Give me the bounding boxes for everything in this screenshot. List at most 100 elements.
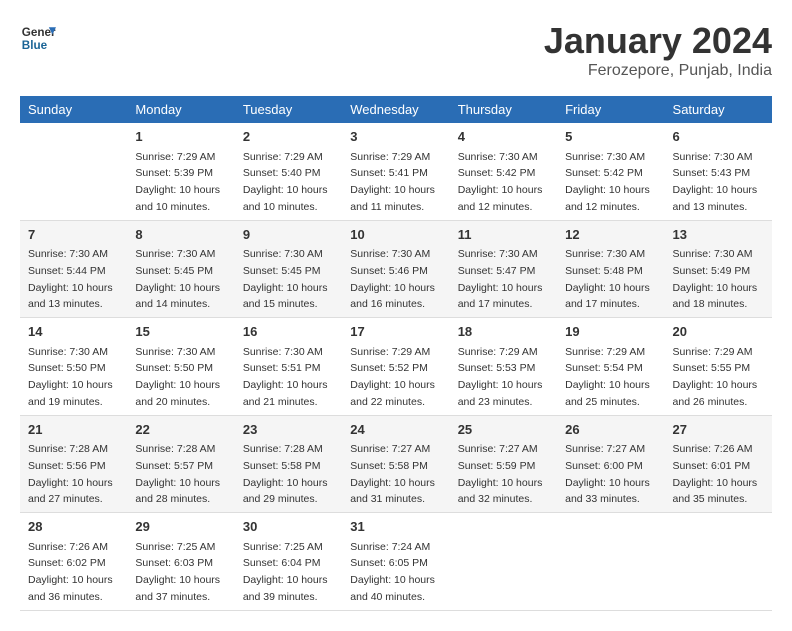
logo-icon: General Blue <box>20 20 56 56</box>
daylight-info: Daylight: 10 hours and 33 minutes. <box>565 477 650 506</box>
calendar-cell <box>450 513 557 611</box>
day-number: 18 <box>458 322 549 342</box>
weekday-header-friday: Friday <box>557 96 664 123</box>
sunset-info: Sunset: 6:01 PM <box>673 460 751 472</box>
sunrise-info: Sunrise: 7:28 AM <box>28 443 108 455</box>
sunrise-info: Sunrise: 7:26 AM <box>28 541 108 553</box>
daylight-info: Daylight: 10 hours and 29 minutes. <box>243 477 328 506</box>
calendar-cell: 9Sunrise: 7:30 AMSunset: 5:45 PMDaylight… <box>235 220 342 318</box>
daylight-info: Daylight: 10 hours and 13 minutes. <box>673 184 758 213</box>
daylight-info: Daylight: 10 hours and 18 minutes. <box>673 282 758 311</box>
daylight-info: Daylight: 10 hours and 19 minutes. <box>28 379 113 408</box>
calendar-cell: 17Sunrise: 7:29 AMSunset: 5:52 PMDayligh… <box>342 318 449 416</box>
calendar-cell: 5Sunrise: 7:30 AMSunset: 5:42 PMDaylight… <box>557 123 664 220</box>
day-number: 10 <box>350 225 441 245</box>
calendar-cell: 14 Sunrise: 7:30 AM Sunset: 5:50 PM Dayligh… <box>20 318 127 416</box>
sunset-info: Sunset: 5:54 PM <box>565 362 643 374</box>
calendar-cell: 1Sunrise: 7:29 AMSunset: 5:39 PMDaylight… <box>127 123 234 220</box>
sunset-info: Sunset: 5:48 PM <box>565 265 643 277</box>
daylight-info: Daylight: 10 hours and 31 minutes. <box>350 477 435 506</box>
sunset-info: Sunset: 6:05 PM <box>350 557 428 569</box>
weekday-header-row: SundayMondayTuesdayWednesdayThursdayFrid… <box>20 96 772 123</box>
sunset-info: Sunset: 5:46 PM <box>350 265 428 277</box>
calendar-cell: 30Sunrise: 7:25 AMSunset: 6:04 PMDayligh… <box>235 513 342 611</box>
day-number: 8 <box>135 225 226 245</box>
day-number: 29 <box>135 517 226 537</box>
sunrise-info: Sunrise: 7:30 AM <box>565 248 645 260</box>
daylight-info: Daylight: 10 hours and 14 minutes. <box>135 282 220 311</box>
calendar-cell <box>20 123 127 220</box>
sunrise-info: Sunrise: 7:30 AM <box>458 248 538 260</box>
weekday-header-thursday: Thursday <box>450 96 557 123</box>
day-number: 14 <box>28 322 119 342</box>
daylight-info: Daylight: 10 hours and 28 minutes. <box>135 477 220 506</box>
day-number: 22 <box>135 420 226 440</box>
calendar-cell: 8Sunrise: 7:30 AMSunset: 5:45 PMDaylight… <box>127 220 234 318</box>
sunset-info: Sunset: 5:39 PM <box>135 167 213 179</box>
daylight-info: Daylight: 10 hours and 20 minutes. <box>135 379 220 408</box>
calendar-cell: 16Sunrise: 7:30 AMSunset: 5:51 PMDayligh… <box>235 318 342 416</box>
sunset-info: Sunset: 5:51 PM <box>243 362 321 374</box>
sunset-info: Sunset: 5:50 PM <box>28 362 106 374</box>
calendar-cell <box>557 513 664 611</box>
daylight-info: Daylight: 10 hours and 13 minutes. <box>28 282 113 311</box>
sunset-info: Sunset: 5:56 PM <box>28 460 106 472</box>
sunrise-info: Sunrise: 7:27 AM <box>565 443 645 455</box>
sunset-info: Sunset: 5:49 PM <box>673 265 751 277</box>
sunrise-info: Sunrise: 7:28 AM <box>243 443 323 455</box>
logo: General Blue <box>20 20 56 56</box>
calendar-cell: 15Sunrise: 7:30 AMSunset: 5:50 PMDayligh… <box>127 318 234 416</box>
month-year-title: January 2024 <box>544 20 772 62</box>
sunset-info: Sunset: 6:00 PM <box>565 460 643 472</box>
weekday-header-wednesday: Wednesday <box>342 96 449 123</box>
calendar-cell: 7Sunrise: 7:30 AMSunset: 5:44 PMDaylight… <box>20 220 127 318</box>
sunrise-info: Sunrise: 7:25 AM <box>243 541 323 553</box>
calendar-cell: 20Sunrise: 7:29 AMSunset: 5:55 PMDayligh… <box>665 318 772 416</box>
calendar-cell: 6Sunrise: 7:30 AMSunset: 5:43 PMDaylight… <box>665 123 772 220</box>
sunrise-info: Sunrise: 7:29 AM <box>458 346 538 358</box>
daylight-info: Daylight: 10 hours and 22 minutes. <box>350 379 435 408</box>
location-subtitle: Ferozepore, Punjab, India <box>544 62 772 80</box>
day-number: 19 <box>565 322 656 342</box>
sunset-info: Sunset: 5:42 PM <box>565 167 643 179</box>
day-number: 15 <box>135 322 226 342</box>
day-number: 7 <box>28 225 119 245</box>
calendar-cell: 25Sunrise: 7:27 AMSunset: 5:59 PMDayligh… <box>450 415 557 513</box>
sunrise-info: Sunrise: 7:30 AM <box>28 346 108 358</box>
sunrise-info: Sunrise: 7:30 AM <box>28 248 108 260</box>
calendar-cell: 11Sunrise: 7:30 AMSunset: 5:47 PMDayligh… <box>450 220 557 318</box>
title-block: January 2024 Ferozepore, Punjab, India <box>544 20 772 80</box>
calendar-cell: 18Sunrise: 7:29 AMSunset: 5:53 PMDayligh… <box>450 318 557 416</box>
calendar-table: SundayMondayTuesdayWednesdayThursdayFrid… <box>20 96 772 611</box>
day-number: 20 <box>673 322 764 342</box>
sunrise-info: Sunrise: 7:29 AM <box>350 151 430 163</box>
sunrise-info: Sunrise: 7:30 AM <box>243 248 323 260</box>
daylight-info: Daylight: 10 hours and 36 minutes. <box>28 574 113 603</box>
daylight-info: Daylight: 10 hours and 10 minutes. <box>135 184 220 213</box>
sunset-info: Sunset: 5:42 PM <box>458 167 536 179</box>
daylight-info: Daylight: 10 hours and 16 minutes. <box>350 282 435 311</box>
daylight-info: Daylight: 10 hours and 12 minutes. <box>565 184 650 213</box>
day-number: 16 <box>243 322 334 342</box>
sunrise-info: Sunrise: 7:29 AM <box>243 151 323 163</box>
daylight-info: Daylight: 10 hours and 15 minutes. <box>243 282 328 311</box>
calendar-cell: 10Sunrise: 7:30 AMSunset: 5:46 PMDayligh… <box>342 220 449 318</box>
day-number: 13 <box>673 225 764 245</box>
sunrise-info: Sunrise: 7:30 AM <box>135 248 215 260</box>
day-number: 11 <box>458 225 549 245</box>
sunrise-info: Sunrise: 7:26 AM <box>673 443 753 455</box>
week-row-3: 14 Sunrise: 7:30 AM Sunset: 5:50 PM Dayligh… <box>20 318 772 416</box>
sunset-info: Sunset: 5:57 PM <box>135 460 213 472</box>
sunset-info: Sunset: 5:52 PM <box>350 362 428 374</box>
daylight-info: Daylight: 10 hours and 11 minutes. <box>350 184 435 213</box>
calendar-cell <box>665 513 772 611</box>
daylight-info: Daylight: 10 hours and 17 minutes. <box>458 282 543 311</box>
day-number: 1 <box>135 127 226 147</box>
sunset-info: Sunset: 5:58 PM <box>243 460 321 472</box>
day-number: 23 <box>243 420 334 440</box>
day-number: 4 <box>458 127 549 147</box>
week-row-1: 1 Sunrise: 7:29 AM Sunset: 5:39 PM Daylight… <box>20 123 772 220</box>
day-number: 25 <box>458 420 549 440</box>
calendar-cell: 3Sunrise: 7:29 AMSunset: 5:41 PMDaylight… <box>342 123 449 220</box>
sunrise-info: Sunrise: 7:30 AM <box>565 151 645 163</box>
